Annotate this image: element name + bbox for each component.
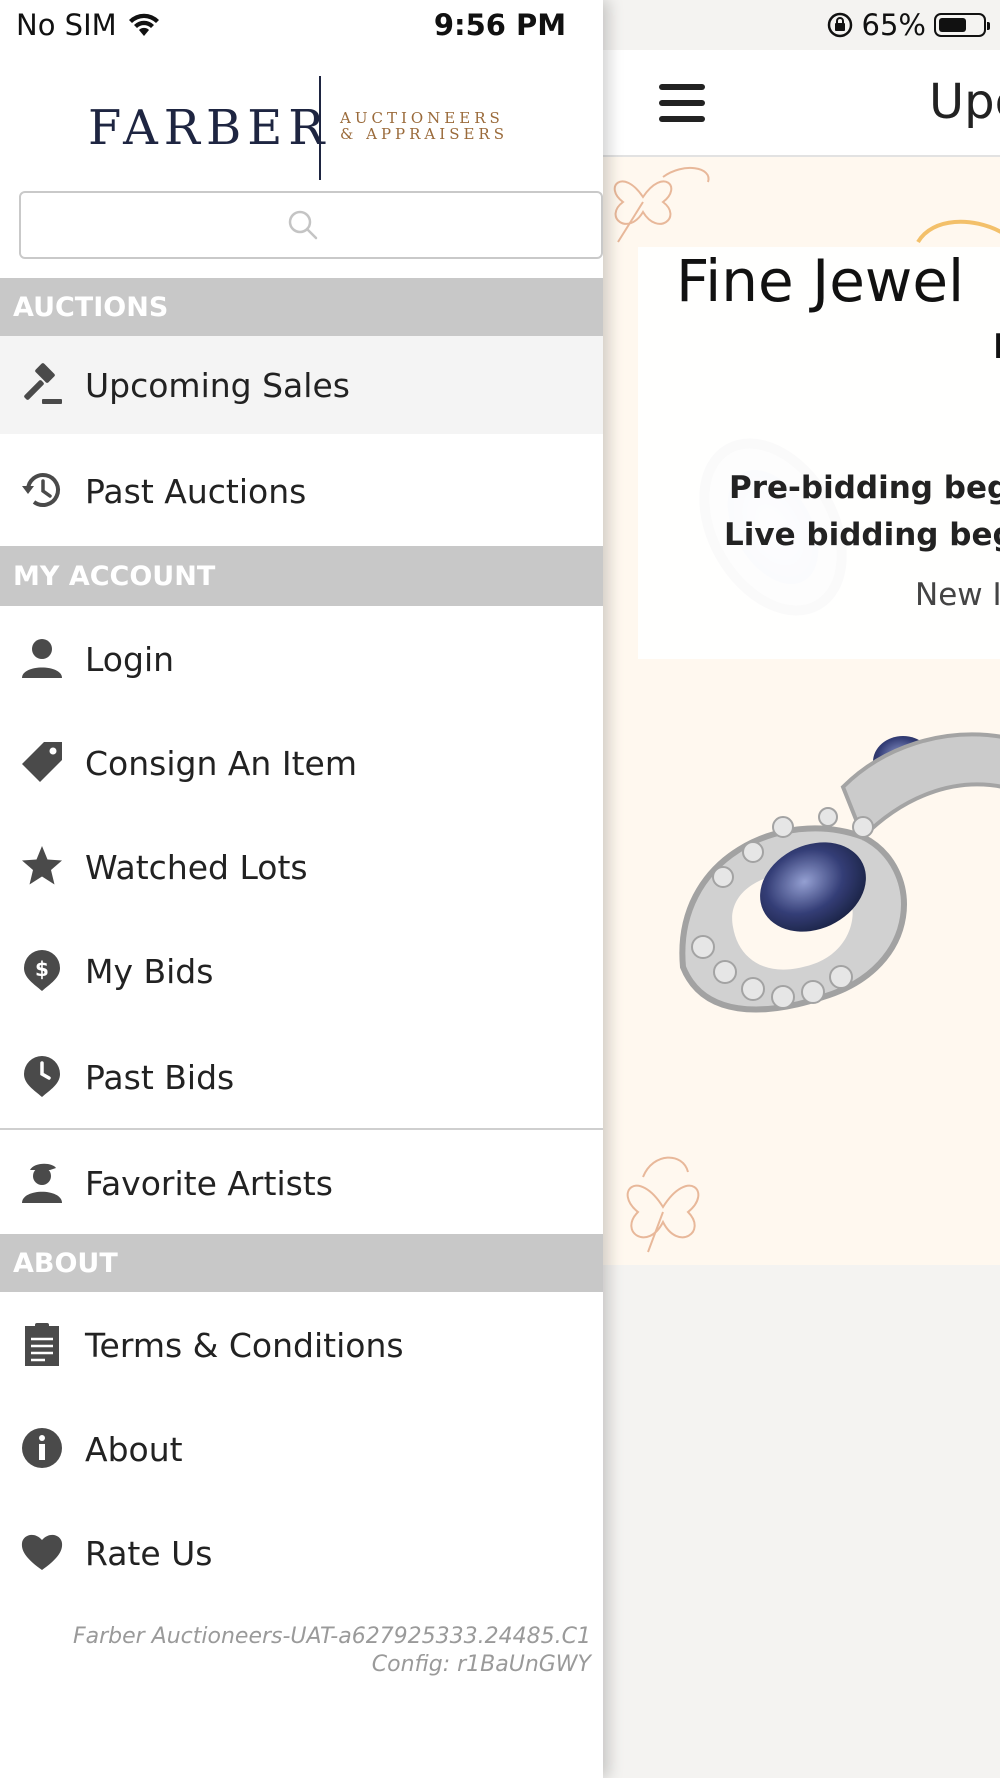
hamburger-menu-icon[interactable] (659, 84, 705, 122)
menu-item-label: Rate Us (85, 1534, 213, 1573)
logo-subtitle-line2: & APPRAISERS (340, 125, 508, 143)
section-header-my-account: MY ACCOUNT (0, 546, 603, 606)
menu-item-label: Past Bids (85, 1058, 235, 1097)
app-version-line: Farber Auctioneers-UAT-a627925333.24485.… (72, 1624, 591, 1649)
page-title: Upc (929, 74, 1000, 130)
menu-item-watched-lots[interactable]: Watched Lots (0, 814, 603, 918)
menu-item-my-bids[interactable]: $ My Bids (0, 918, 603, 1022)
logo-divider (319, 76, 321, 180)
navigation-drawer: FARBER AUCTIONEERS & APPRAISERS AUCTIONS… (0, 0, 603, 1778)
status-right: 65% (826, 8, 990, 42)
orientation-lock-icon (827, 12, 852, 38)
menu-item-label: Upcoming Sales (85, 366, 350, 405)
document-icon (20, 1322, 64, 1366)
menu-item-label: Login (85, 640, 175, 679)
menu-item-label: Terms & Conditions (85, 1326, 404, 1365)
battery-icon (934, 13, 990, 37)
menu-item-past-auctions[interactable]: Past Auctions (0, 434, 603, 546)
menu-item-label: Favorite Artists (85, 1164, 333, 1203)
clock-pin-icon (20, 1054, 64, 1098)
menu-item-upcoming-sales[interactable]: Upcoming Sales (0, 336, 603, 434)
status-bar: No SIM 9:56 PM 65% (0, 0, 1000, 50)
search-icon (288, 210, 318, 240)
section-header-auctions: AUCTIONS (0, 278, 603, 336)
main-page: Upc (603, 0, 1000, 1778)
info-icon (20, 1426, 64, 1470)
menu-item-label: My Bids (85, 952, 214, 991)
battery-percent: 65% (861, 8, 926, 42)
menu-item-label: Consign An Item (85, 744, 357, 783)
menu-item-consign-an-item[interactable]: Consign An Item (0, 710, 603, 814)
heart-icon (20, 1530, 64, 1574)
battery-fill (939, 18, 966, 32)
gavel-icon (20, 363, 64, 407)
main-header: Upc (603, 50, 1000, 157)
menu-item-favorite-artists[interactable]: Favorite Artists (0, 1130, 603, 1234)
artist-icon (20, 1160, 64, 1204)
logo-subtitle: AUCTIONEERS & APPRAISERS (340, 110, 508, 142)
tag-icon (20, 740, 64, 784)
history-icon (20, 468, 64, 512)
logo-subtitle-line1: AUCTIONEERS (340, 109, 504, 127)
swirl-decoration-icon (916, 219, 1000, 244)
farber-logo: FARBER AUCTIONEERS & APPRAISERS (88, 76, 528, 180)
menu-item-terms-conditions[interactable]: Terms & Conditions (0, 1292, 603, 1396)
section-header-about: ABOUT (0, 1234, 603, 1292)
search-input[interactable] (19, 191, 603, 259)
sale-title: Fine Jewel (676, 247, 965, 315)
flower-decoration-icon (626, 1156, 700, 1253)
sale-banner[interactable]: Fine Jewel I Pre-bidding begi Live biddi… (603, 157, 1000, 1265)
menu-item-label: Past Auctions (85, 472, 307, 511)
menu-item-label: Watched Lots (85, 848, 308, 887)
logo-wordmark: FARBER (88, 100, 331, 156)
svg-text:$: $ (35, 957, 49, 981)
pre-bidding-text: Pre-bidding begi (729, 470, 1000, 506)
star-icon (20, 844, 64, 888)
sale-date: I (993, 327, 1000, 367)
flower-decoration-icon (613, 166, 710, 243)
menu-item-label: About (85, 1430, 183, 1469)
menu-item-about[interactable]: About (0, 1396, 603, 1500)
menu-item-login[interactable]: Login (0, 606, 603, 710)
live-bidding-text: Live bidding begi (724, 517, 1000, 553)
menu-item-rate-us[interactable]: Rate Us (0, 1500, 603, 1604)
app-config-line: Config: r1BaUnGWY (371, 1652, 591, 1677)
sale-location: New I (915, 577, 1000, 613)
menu-item-past-bids[interactable]: Past Bids (0, 1022, 603, 1128)
dollar-pin-icon: $ (20, 948, 64, 992)
user-icon (20, 636, 64, 680)
app-version-info: Farber Auctioneers-UAT-a627925333.24485.… (73, 1623, 591, 1679)
